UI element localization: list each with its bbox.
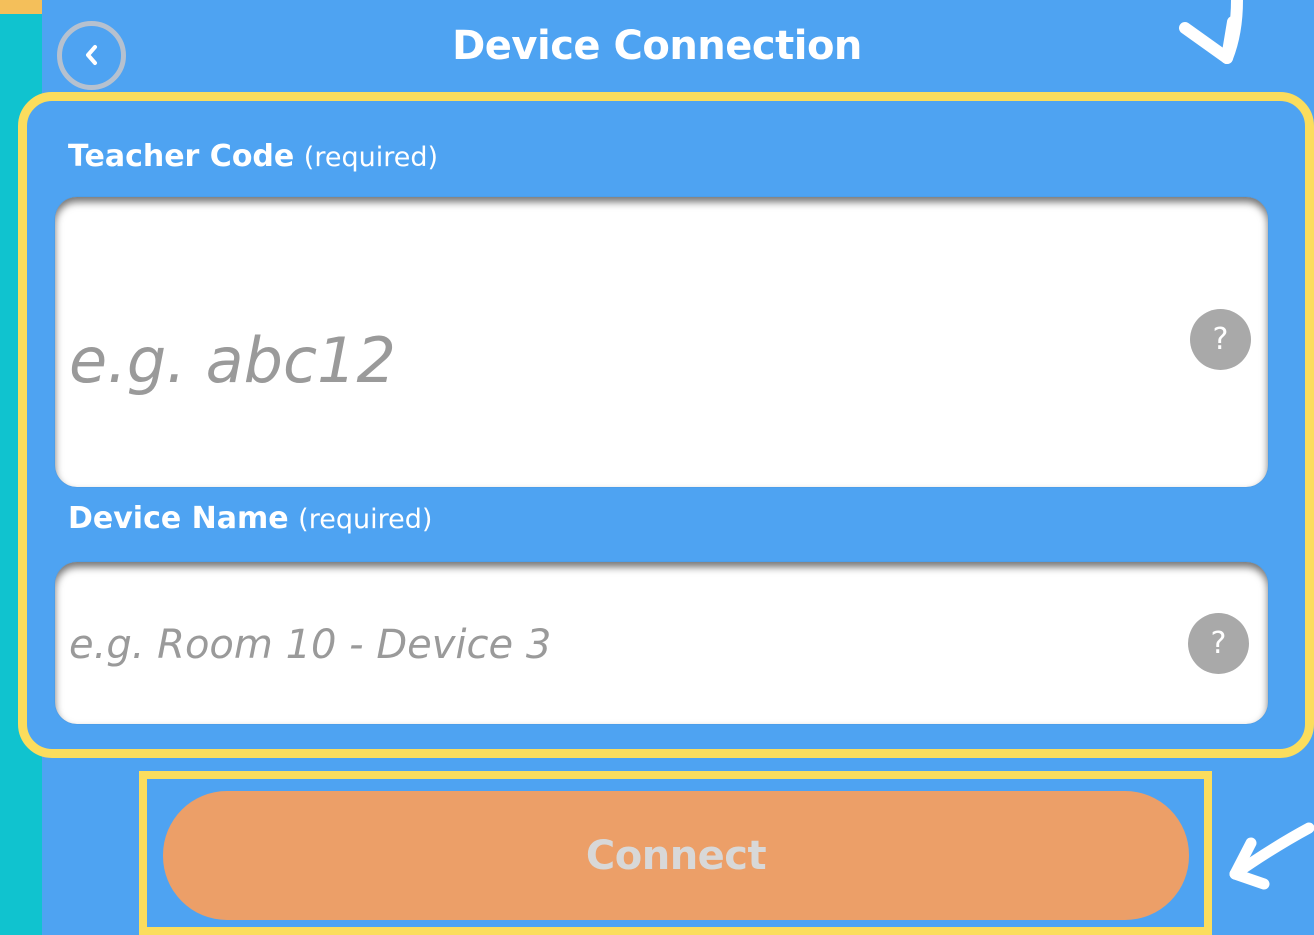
device-name-label-text: Device Name	[68, 501, 289, 536]
page-title: Device Connection	[452, 23, 862, 69]
device-name-field[interactable]: ?	[55, 562, 1268, 727]
device-name-required-note: (required)	[298, 504, 433, 535]
teacher-code-input[interactable]	[67, 197, 1171, 506]
connect-button[interactable]: Connect	[163, 791, 1189, 920]
teacher-code-required-note: (required)	[303, 142, 438, 173]
teacher-code-label-text: Teacher Code	[68, 139, 295, 174]
teacher-code-label: Teacher Code (required)	[68, 142, 438, 172]
teacher-code-help-icon[interactable]: ?	[1190, 309, 1251, 370]
annotation-arrow-icon	[1179, 0, 1243, 64]
annotation-arrow-icon	[1229, 822, 1314, 890]
teacher-code-field[interactable]: ?	[55, 197, 1268, 506]
device-name-input[interactable]	[67, 562, 1171, 727]
device-name-help-icon[interactable]: ?	[1188, 613, 1249, 674]
device-name-label: Device Name (required)	[68, 504, 432, 534]
